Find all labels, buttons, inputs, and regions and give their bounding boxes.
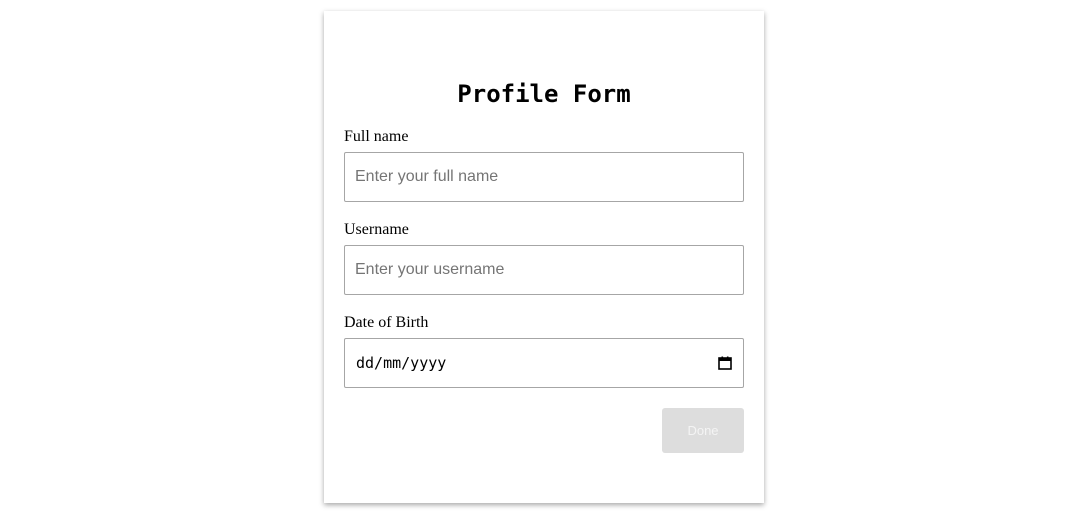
date-of-birth-input[interactable]: dd/mm/yyyy: [344, 338, 744, 388]
done-button[interactable]: Done: [662, 408, 744, 453]
username-input[interactable]: [344, 245, 744, 295]
form-title: Profile Form: [457, 80, 631, 108]
date-of-birth-value: dd/mm/yyyy: [356, 354, 447, 372]
profile-form-card: Profile Form Full name Username Date of …: [324, 11, 764, 503]
date-of-birth-label: Date of Birth: [344, 314, 429, 331]
full-name-input[interactable]: [344, 152, 744, 202]
full-name-label: Full name: [344, 128, 409, 145]
calendar-icon[interactable]: [718, 356, 732, 370]
username-label: Username: [344, 221, 409, 238]
